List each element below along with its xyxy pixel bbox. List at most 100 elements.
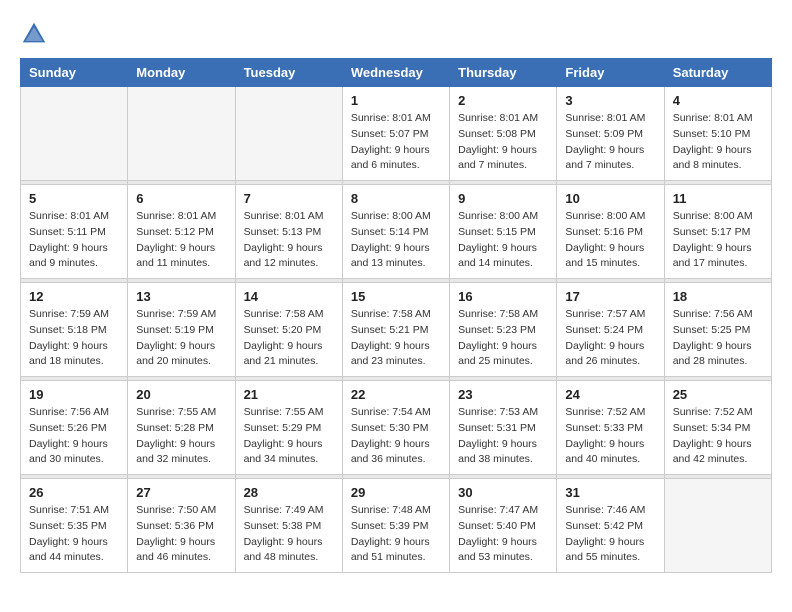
weekday-header-thursday: Thursday [450, 59, 557, 87]
weekday-header-sunday: Sunday [21, 59, 128, 87]
calendar-cell: 15 Sunrise: 7:58 AM Sunset: 5:21 PM Dayli… [342, 283, 449, 377]
calendar-cell: 16Sunrise: 7:58 AM Sunset: 5:23 PM Dayli… [450, 283, 557, 377]
calendar-cell: 18Sunrise: 7:56 AM Sunset: 5:25 PM Dayli… [664, 283, 771, 377]
weekday-header-saturday: Saturday [664, 59, 771, 87]
calendar-cell: 26 Sunrise: 7:51 AM Sunset: 5:35 PM Dayli… [21, 479, 128, 573]
logo [20, 20, 52, 48]
calendar-cell: 31 Sunrise: 7:46 AM Sunset: 5:42 PM Dayli… [557, 479, 664, 573]
calendar-cell [21, 87, 128, 181]
day-info: Sunrise: 7:52 AM Sunset: 5:33 PM Dayligh… [565, 405, 655, 468]
calendar-header-row: SundayMondayTuesdayWednesdayThursdayFrid… [21, 59, 772, 87]
calendar-cell: 27 Sunrise: 7:50 AM Sunset: 5:36 PM Dayli… [128, 479, 235, 573]
day-number: 13 [136, 289, 226, 304]
day-info: Sunrise: 8:01 AM Sunset: 5:11 PM Dayligh… [29, 209, 119, 272]
day-number: 15 [351, 289, 441, 304]
calendar-cell: 1 Sunrise: 8:01 AM Sunset: 5:07 PM Daylig… [342, 87, 449, 181]
day-info: Sunrise: 7:55 AM Sunset: 5:29 PM Dayligh… [244, 405, 334, 468]
calendar-week-row: 5Sunrise: 8:01 AM Sunset: 5:11 PM Daylig… [21, 185, 772, 279]
day-info: Sunrise: 8:01 AM Sunset: 5:12 PM Dayligh… [136, 209, 226, 272]
day-info: Sunrise: 7:46 AM Sunset: 5:42 PM Dayligh… [565, 503, 655, 566]
calendar-cell: 20 Sunrise: 7:55 AM Sunset: 5:28 PM Dayli… [128, 381, 235, 475]
day-number: 27 [136, 485, 226, 500]
day-info: Sunrise: 7:48 AM Sunset: 5:39 PM Dayligh… [351, 503, 441, 566]
day-number: 31 [565, 485, 655, 500]
day-number: 11 [673, 191, 763, 206]
day-number: 12 [29, 289, 119, 304]
calendar-week-row: 1 Sunrise: 8:01 AM Sunset: 5:07 PM Daylig… [21, 87, 772, 181]
day-info: Sunrise: 8:01 AM Sunset: 5:13 PM Dayligh… [244, 209, 334, 272]
day-info: Sunrise: 7:59 AM Sunset: 5:18 PM Dayligh… [29, 307, 119, 370]
calendar-week-row: 26 Sunrise: 7:51 AM Sunset: 5:35 PM Dayli… [21, 479, 772, 573]
day-info: Sunrise: 7:58 AM Sunset: 5:20 PM Dayligh… [244, 307, 334, 370]
page-header [20, 20, 772, 48]
day-info: Sunrise: 7:51 AM Sunset: 5:35 PM Dayligh… [29, 503, 119, 566]
day-info: Sunrise: 7:57 AM Sunset: 5:24 PM Dayligh… [565, 307, 655, 370]
day-info: Sunrise: 8:00 AM Sunset: 5:16 PM Dayligh… [565, 209, 655, 272]
day-number: 28 [244, 485, 334, 500]
day-number: 6 [136, 191, 226, 206]
calendar-cell: 25 Sunrise: 7:52 AM Sunset: 5:34 PM Dayli… [664, 381, 771, 475]
day-number: 29 [351, 485, 441, 500]
day-number: 18 [673, 289, 763, 304]
day-info: Sunrise: 7:52 AM Sunset: 5:34 PM Dayligh… [673, 405, 763, 468]
day-number: 24 [565, 387, 655, 402]
calendar-cell: 23 Sunrise: 7:53 AM Sunset: 5:31 PM Dayli… [450, 381, 557, 475]
calendar-cell: 19 Sunrise: 7:56 AM Sunset: 5:26 PM Dayli… [21, 381, 128, 475]
calendar-cell: 11 Sunrise: 8:00 AM Sunset: 5:17 PM Dayli… [664, 185, 771, 279]
calendar-cell: 4 Sunrise: 8:01 AM Sunset: 5:10 PM Daylig… [664, 87, 771, 181]
calendar-cell: 13 Sunrise: 7:59 AM Sunset: 5:19 PM Dayli… [128, 283, 235, 377]
day-info: Sunrise: 7:50 AM Sunset: 5:36 PM Dayligh… [136, 503, 226, 566]
day-number: 14 [244, 289, 334, 304]
calendar-cell: 21 Sunrise: 7:55 AM Sunset: 5:29 PM Dayli… [235, 381, 342, 475]
weekday-header-friday: Friday [557, 59, 664, 87]
day-number: 25 [673, 387, 763, 402]
calendar-cell: 22 Sunrise: 7:54 AM Sunset: 5:30 PM Dayli… [342, 381, 449, 475]
day-number: 19 [29, 387, 119, 402]
day-number: 8 [351, 191, 441, 206]
day-info: Sunrise: 8:01 AM Sunset: 5:09 PM Dayligh… [565, 111, 655, 174]
weekday-header-tuesday: Tuesday [235, 59, 342, 87]
day-info: Sunrise: 7:49 AM Sunset: 5:38 PM Dayligh… [244, 503, 334, 566]
day-info: Sunrise: 8:00 AM Sunset: 5:17 PM Dayligh… [673, 209, 763, 272]
day-number: 4 [673, 93, 763, 108]
day-number: 2 [458, 93, 548, 108]
day-info: Sunrise: 7:58 AM Sunset: 5:21 PM Dayligh… [351, 307, 441, 370]
weekday-header-wednesday: Wednesday [342, 59, 449, 87]
calendar-week-row: 19 Sunrise: 7:56 AM Sunset: 5:26 PM Dayli… [21, 381, 772, 475]
day-number: 30 [458, 485, 548, 500]
day-number: 20 [136, 387, 226, 402]
calendar-cell: 7 Sunrise: 8:01 AM Sunset: 5:13 PM Daylig… [235, 185, 342, 279]
calendar-cell: 28 Sunrise: 7:49 AM Sunset: 5:38 PM Dayli… [235, 479, 342, 573]
day-info: Sunrise: 8:01 AM Sunset: 5:07 PM Dayligh… [351, 111, 441, 174]
day-number: 17 [565, 289, 655, 304]
day-info: Sunrise: 7:54 AM Sunset: 5:30 PM Dayligh… [351, 405, 441, 468]
day-number: 1 [351, 93, 441, 108]
calendar-cell [235, 87, 342, 181]
day-number: 7 [244, 191, 334, 206]
day-info: Sunrise: 8:01 AM Sunset: 5:08 PM Dayligh… [458, 111, 548, 174]
day-number: 22 [351, 387, 441, 402]
day-info: Sunrise: 7:56 AM Sunset: 5:26 PM Dayligh… [29, 405, 119, 468]
calendar-cell: 9Sunrise: 8:00 AM Sunset: 5:15 PM Daylig… [450, 185, 557, 279]
calendar-cell: 8 Sunrise: 8:00 AM Sunset: 5:14 PM Daylig… [342, 185, 449, 279]
day-info: Sunrise: 8:01 AM Sunset: 5:10 PM Dayligh… [673, 111, 763, 174]
day-info: Sunrise: 8:00 AM Sunset: 5:14 PM Dayligh… [351, 209, 441, 272]
day-info: Sunrise: 7:59 AM Sunset: 5:19 PM Dayligh… [136, 307, 226, 370]
day-number: 10 [565, 191, 655, 206]
day-number: 16 [458, 289, 548, 304]
calendar-week-row: 12 Sunrise: 7:59 AM Sunset: 5:18 PM Dayli… [21, 283, 772, 377]
day-info: Sunrise: 7:47 AM Sunset: 5:40 PM Dayligh… [458, 503, 548, 566]
calendar-cell: 29 Sunrise: 7:48 AM Sunset: 5:39 PM Dayli… [342, 479, 449, 573]
day-info: Sunrise: 7:53 AM Sunset: 5:31 PM Dayligh… [458, 405, 548, 468]
weekday-header-monday: Monday [128, 59, 235, 87]
day-info: Sunrise: 7:55 AM Sunset: 5:28 PM Dayligh… [136, 405, 226, 468]
generalblue-logo-icon [20, 20, 48, 48]
calendar-cell: 2 Sunrise: 8:01 AM Sunset: 5:08 PM Daylig… [450, 87, 557, 181]
day-number: 9 [458, 191, 548, 206]
day-number: 23 [458, 387, 548, 402]
calendar-cell: 5Sunrise: 8:01 AM Sunset: 5:11 PM Daylig… [21, 185, 128, 279]
calendar-cell [128, 87, 235, 181]
calendar-cell: 30 Sunrise: 7:47 AM Sunset: 5:40 PM Dayli… [450, 479, 557, 573]
day-number: 21 [244, 387, 334, 402]
day-number: 26 [29, 485, 119, 500]
